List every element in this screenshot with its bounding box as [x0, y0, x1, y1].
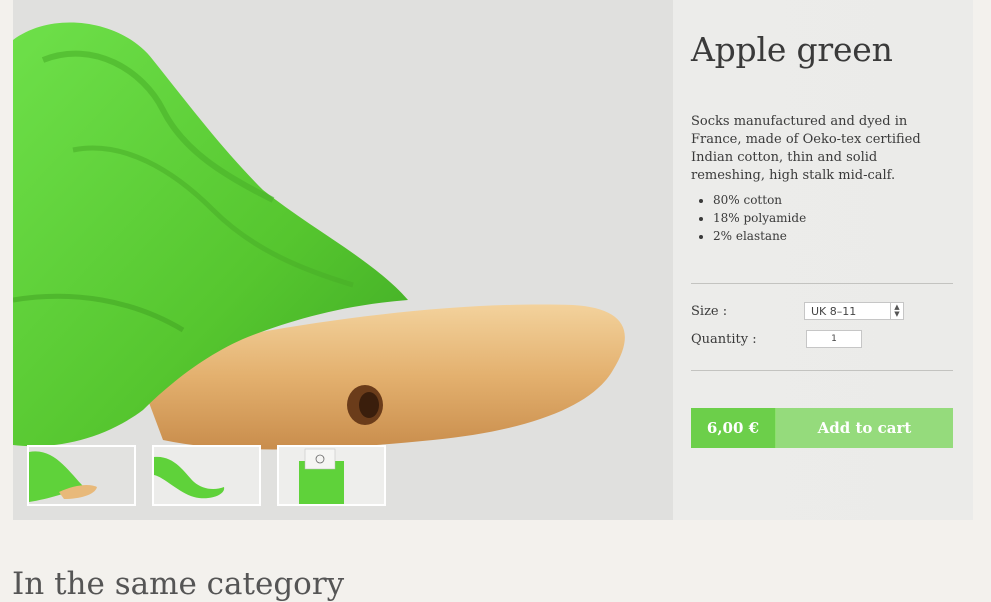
- price: 6,00 €: [691, 408, 776, 448]
- composition-item: 2% elastane: [713, 227, 953, 245]
- thumbnail-2[interactable]: [152, 445, 261, 506]
- product-description: Socks manufactured and dyed in France, m…: [691, 114, 921, 183]
- composition-list: 80% cotton 18% polyamide 2% elastane: [691, 191, 953, 245]
- product-info: Apple green Socks manufactured and dyed …: [691, 30, 953, 448]
- divider: [691, 370, 953, 371]
- quantity-label: Quantity :: [691, 331, 757, 347]
- composition-item: 80% cotton: [713, 191, 953, 209]
- size-row: Size : UK 8–11 ▲ ▼: [691, 302, 953, 320]
- size-value: UK 8–11: [811, 304, 857, 318]
- add-to-cart-button[interactable]: Add to cart: [776, 408, 953, 448]
- size-label: Size :: [691, 303, 728, 319]
- purchase-bar: 6,00 € Add to cart: [691, 408, 953, 448]
- select-arrows-icon: ▲ ▼: [890, 303, 903, 319]
- composition-item: 18% polyamide: [713, 209, 953, 227]
- same-category-title: In the same category: [12, 566, 345, 602]
- product-photo: [13, 0, 673, 520]
- thumbnail-1[interactable]: [27, 445, 136, 506]
- thumbnail-strip: [27, 445, 386, 506]
- product-hero: Apple green Socks manufactured and dyed …: [13, 0, 973, 520]
- thumbnail-3[interactable]: [277, 445, 386, 506]
- quantity-input[interactable]: [806, 330, 862, 348]
- product-title: Apple green: [691, 30, 893, 69]
- size-select[interactable]: UK 8–11 ▲ ▼: [804, 302, 904, 320]
- divider: [691, 283, 953, 284]
- quantity-row: Quantity :: [691, 330, 953, 348]
